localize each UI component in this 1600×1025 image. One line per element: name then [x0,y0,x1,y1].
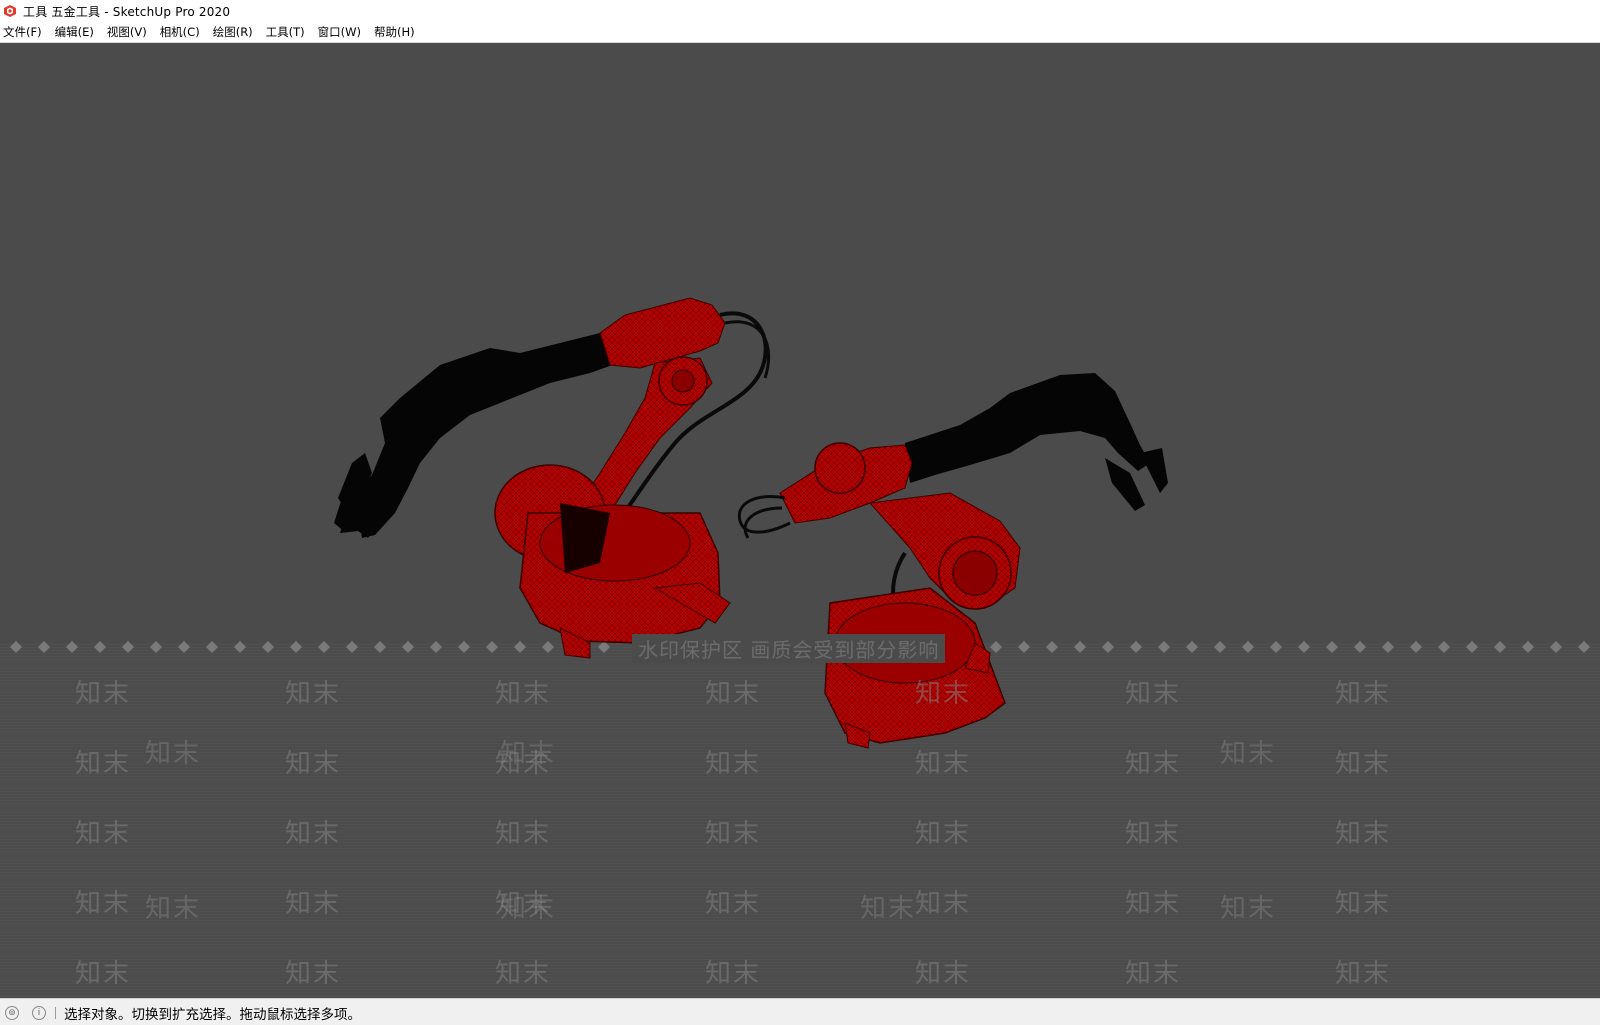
robot-arm-right [737,373,1168,749]
model-viewport[interactable]: 水印保护区 画质会受到部分影响 知末 知末 知末 知末 知末 知末 知末 知末 知末 知末 知末 知末… [0,43,1600,998]
status-separator [55,1006,56,1019]
menu-edit[interactable]: 编辑(E) [51,22,101,42]
menu-draw[interactable]: 绘图(R) [209,22,260,42]
title-bar: 工具 五金工具 - SketchUp Pro 2020 [0,0,1600,22]
menu-bar: 文件(F) 编辑(E) 视图(V) 相机(C) 绘图(R) 工具(T) 窗口(W… [0,22,1600,43]
status-message: 选择对象。切换到扩充选择。拖动鼠标选择多项。 [64,1006,361,1023]
menu-window[interactable]: 窗口(W) [314,22,368,42]
status-bar: ⊚ i 选择对象。切换到扩充选择。拖动鼠标选择多项。 [0,998,1600,1025]
watermark-notice: 水印保护区 画质会受到部分影响 [632,634,946,663]
menu-camera[interactable]: 相机(C) [156,22,207,42]
robot-arm-left [334,297,771,659]
menu-help[interactable]: 帮助(H) [370,22,422,42]
sketchup-logo-icon [3,4,17,18]
sketchup-window: 工具 五金工具 - SketchUp Pro 2020 文件(F) 编辑(E) … [0,0,1600,1025]
robot-arm-scene [334,297,1168,749]
info-icon[interactable]: i [32,1005,46,1020]
geo-location-icon[interactable]: ⊚ [5,1005,19,1020]
menu-file[interactable]: 文件(F) [0,22,49,42]
window-title: 工具 五金工具 - SketchUp Pro 2020 [23,4,231,19]
menu-tools[interactable]: 工具(T) [262,22,312,42]
menu-view[interactable]: 视图(V) [103,22,154,42]
